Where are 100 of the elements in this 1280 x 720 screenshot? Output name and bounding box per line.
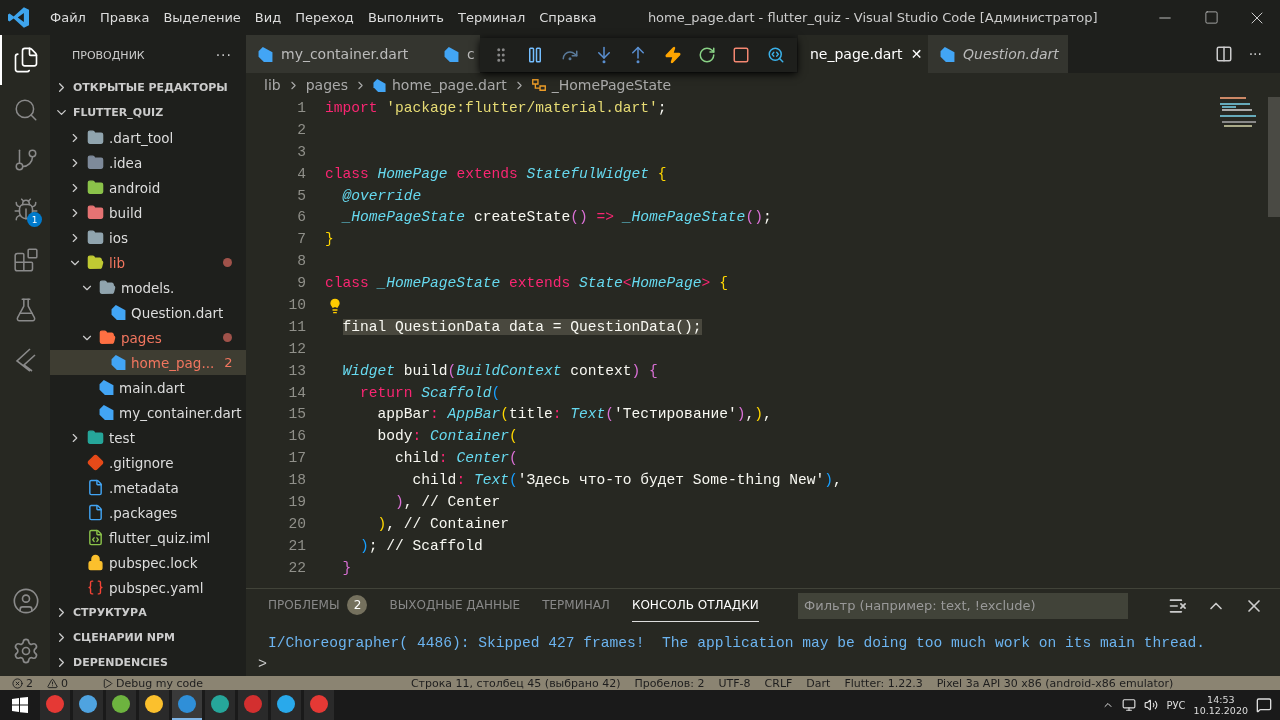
file-tree-item[interactable]: pubspec.yaml	[50, 575, 246, 600]
count-badge: 1	[27, 212, 42, 227]
search-icon	[13, 97, 39, 123]
status-item[interactable]: Flutter: 1.22.3	[844, 676, 923, 690]
editor-tab[interactable]: my_container.dart	[246, 35, 432, 73]
file-tree-item[interactable]: models.	[50, 275, 246, 300]
restart-icon[interactable]	[698, 46, 717, 64]
volume-icon[interactable]	[1144, 698, 1159, 712]
line-number: 15	[287, 405, 306, 425]
menu-item[interactable]: Терминал	[451, 10, 533, 25]
status-item[interactable]: Пробелов: 2	[634, 676, 705, 690]
start-icon[interactable]	[12, 697, 28, 713]
section-header[interactable]: ОТКРЫТЫЕ РЕДАКТОРЫ	[73, 81, 228, 94]
taskbar-app[interactable]	[205, 690, 235, 720]
file-tree-item[interactable]: .dart_tool	[50, 125, 246, 150]
taskbar-app[interactable]	[106, 690, 136, 720]
menu-item[interactable]: Выполнить	[360, 10, 451, 25]
breadcrumb[interactable]: _HomePageState	[551, 77, 672, 93]
file-tree-item[interactable]: build	[50, 200, 246, 225]
menu-item[interactable]: Файл	[43, 10, 93, 25]
code-line: class _HomePageState extends State<HomePage> {	[325, 274, 728, 294]
file-tree-item[interactable]: pages	[50, 325, 246, 350]
status-item[interactable]: UTF-8	[718, 676, 751, 690]
file-tree-item[interactable]: .metadata	[50, 475, 246, 500]
lightbulb-icon[interactable]	[327, 298, 343, 314]
editor-tab[interactable]: c	[432, 35, 480, 73]
file-name: lib	[109, 254, 126, 271]
file-tree-item[interactable]: main.dart	[50, 375, 246, 400]
panel-tab[interactable]: ТЕРМИНАЛ	[542, 589, 610, 622]
panel-tab[interactable]: КОНСОЛЬ ОТЛАДКИ	[631, 589, 759, 622]
file-tree-item[interactable]: android	[50, 175, 246, 200]
file-name: .dart_tool	[109, 129, 174, 146]
breadcrumb[interactable]: lib	[264, 77, 281, 93]
panel-tab[interactable]: ПРОБЛЕМЫ 2	[268, 589, 368, 622]
taskbar-app[interactable]	[271, 690, 301, 720]
split-editor-icon[interactable]	[1214, 45, 1233, 63]
menu-item[interactable]: Вид	[247, 10, 289, 25]
editor-tab[interactable]: ne_page.dart ✕	[798, 35, 928, 73]
status-item[interactable]: Pixel 3a API 30 x86 (android-x86 emulator)	[936, 676, 1174, 690]
taskbar-app[interactable]	[172, 690, 202, 720]
more-button[interactable]: ···	[1248, 46, 1262, 62]
breadcrumb[interactable]: home_page.dart	[391, 77, 507, 93]
taskbar-app[interactable]	[139, 690, 169, 720]
menu-item[interactable]: Справка	[532, 10, 604, 25]
menu-item[interactable]: Правка	[92, 10, 157, 25]
branch-icon	[13, 147, 39, 173]
file-tree-item[interactable]: lib	[50, 250, 246, 275]
clock-date[interactable]: 10.12.2020	[1193, 705, 1248, 716]
taskbar-app[interactable]	[73, 690, 103, 720]
file-tree-item[interactable]: ios	[50, 225, 246, 250]
inspect-icon[interactable]	[766, 46, 785, 64]
lightning-icon[interactable]	[663, 46, 682, 64]
file-tree-item[interactable]: test	[50, 425, 246, 450]
status-item[interactable]: CRLF	[764, 676, 793, 690]
file-tree-item[interactable]: my_container.dart	[50, 400, 246, 425]
debug-config[interactable]: Debug my code	[116, 676, 203, 690]
breadcrumb[interactable]: pages	[305, 77, 348, 93]
more-button[interactable]: ···	[215, 47, 232, 63]
language-indicator[interactable]: РУС	[1166, 699, 1186, 711]
file-tree-item[interactable]: pubspec.lock	[50, 550, 246, 575]
file-name: models.	[121, 279, 175, 296]
file-tree-item[interactable]: flutter_quiz.iml	[50, 525, 246, 550]
console-prompt[interactable]: >	[246, 654, 1280, 676]
warning-count[interactable]: 0	[61, 676, 68, 690]
file-tree-item[interactable]: Question.dart	[50, 300, 246, 325]
tab-label: ne_page.dart	[810, 46, 903, 62]
tab-close-button[interactable]: ✕	[910, 46, 923, 62]
file-tree-item[interactable]: .packages	[50, 500, 246, 525]
status-item[interactable]: Строка 11, столбец 45 (выбрано 42)	[410, 676, 621, 690]
scrollbar[interactable]	[1268, 97, 1280, 217]
panel-tab[interactable]: ВЫХОДНЫЕ ДАННЫЕ	[389, 589, 521, 622]
section-header[interactable]: FLUTTER_QUIZ	[73, 106, 164, 119]
network-icon[interactable]	[1122, 698, 1137, 712]
error-count[interactable]: 2	[26, 676, 33, 690]
file-tree-item[interactable]: home_pag... 2	[50, 350, 246, 375]
section-header[interactable]: DEPENDENCIES	[73, 656, 168, 669]
file-tree-item[interactable]: .gitignore	[50, 450, 246, 475]
stop-icon[interactable]	[732, 46, 751, 64]
menu-item[interactable]: Переход	[288, 10, 361, 25]
line-number: 17	[287, 449, 306, 469]
activity-item[interactable]: 1	[0, 185, 50, 235]
section-header[interactable]: СТРУКТУРА	[73, 606, 147, 619]
line-number: 16	[287, 427, 306, 447]
file-name: my_container.dart	[119, 404, 242, 421]
status-item[interactable]: Dart	[806, 676, 831, 690]
tab-label: ВЫХОДНЫЕ ДАННЫЕ	[389, 598, 521, 612]
menu-item[interactable]: Выделение	[156, 10, 248, 25]
editor-tab[interactable]: Question.dart	[928, 35, 1068, 73]
maximize-icon[interactable]	[1203, 10, 1219, 25]
notifications-icon[interactable]	[1256, 697, 1272, 713]
line-number: 6	[296, 208, 306, 228]
code-line: ), // Center	[394, 493, 501, 513]
line-number: 14	[287, 383, 306, 403]
section-header[interactable]: СЦЕНАРИИ NPM	[73, 631, 176, 644]
file-name: test	[109, 429, 135, 446]
file-tree-item[interactable]: .idea	[50, 150, 246, 175]
clock-time[interactable]: 14:53	[1207, 694, 1235, 705]
filter-field[interactable]: Фильтр (например: text, !exclude)	[798, 592, 1128, 619]
line-number: 5	[296, 186, 306, 206]
file-name: ios	[109, 229, 129, 246]
